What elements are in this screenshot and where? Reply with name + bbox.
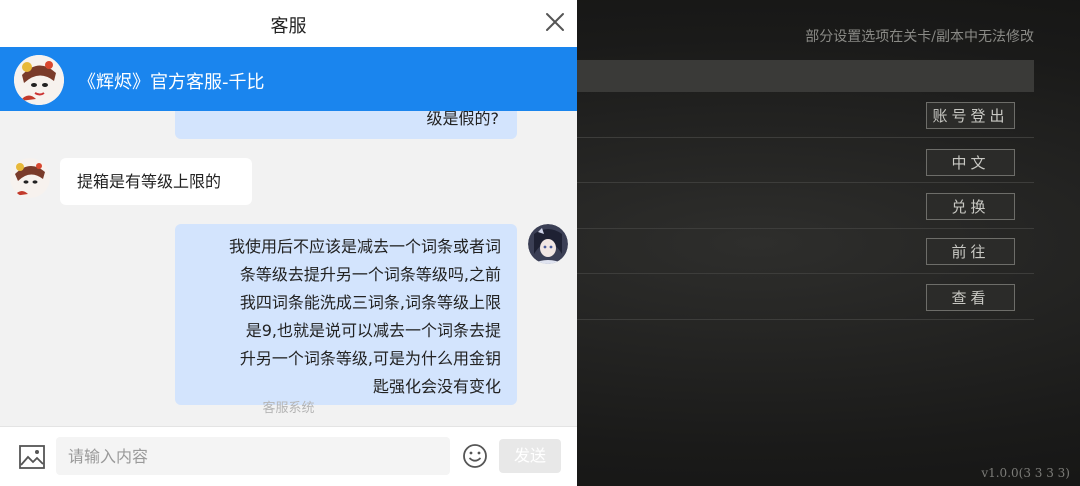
goto-button[interactable]: 前往 [926, 238, 1015, 265]
input-bar: 发送 [0, 426, 577, 486]
close-icon[interactable] [543, 10, 567, 34]
user-message-bubble: 我使用后不应该是减去一个词条或者词 条等级去提升另一个词条等级吗,之前 我四词条… [175, 224, 517, 405]
redeem-button[interactable]: 兑换 [926, 193, 1015, 220]
message-line: 我使用后不应该是减去一个词条或者词 [228, 237, 501, 256]
message-input[interactable] [56, 437, 450, 475]
divider [577, 273, 1034, 274]
message-text: 提箱是有等级上限的 [77, 172, 222, 191]
version-label: v1.0.0(3 3 3 3) [981, 466, 1070, 480]
message-line: 条等级去提升另一个词条等级吗,之前 [239, 265, 501, 284]
message-text: 级是假的? [426, 111, 500, 128]
settings-header-bar [577, 60, 1034, 92]
panel-title: 客服 [270, 16, 307, 37]
divider [577, 228, 1034, 229]
send-button[interactable]: 发送 [499, 439, 561, 473]
user-message-bubble: 级是假的? [175, 111, 517, 139]
panel-header: 客服 [0, 0, 577, 47]
language-button[interactable]: 中文 [926, 149, 1015, 176]
message-line: 升另一个词条等级,可是为什么用金钥 [239, 349, 501, 368]
message-line: 我四词条能洗成三词条,词条等级上限 [239, 293, 501, 312]
divider [577, 319, 1034, 320]
agent-avatar [14, 55, 64, 105]
logout-button[interactable]: 账号登出 [926, 102, 1015, 129]
agent-name: 《辉烬》官方客服-千比 [78, 72, 265, 93]
user-avatar [528, 224, 568, 264]
divider [577, 182, 1034, 183]
emoji-icon[interactable] [462, 443, 488, 469]
system-note: 客服系统 [262, 401, 315, 416]
view-button[interactable]: 查看 [926, 284, 1015, 311]
settings-note: 部分设置选项在关卡/副本中无法修改 [805, 29, 1034, 45]
agent-message-bubble: 提箱是有等级上限的 [60, 158, 252, 205]
chat-area: 级是假的? 提箱是有等级上限的 我使用后不应该是减去一个词条或者词 条等级去提升… [0, 111, 577, 426]
agent-banner: 《辉烬》官方客服-千比 [0, 47, 577, 111]
divider [577, 137, 1034, 138]
image-icon[interactable] [18, 443, 46, 471]
message-line: 是9,也就是说可以减去一个词条去提 [245, 321, 501, 340]
customer-service-panel: 客服 《辉烬》官方客服-千比 级是假的? 提箱是有等级上限的 我使用后不应该是减… [0, 0, 577, 486]
agent-message-avatar [10, 158, 50, 198]
